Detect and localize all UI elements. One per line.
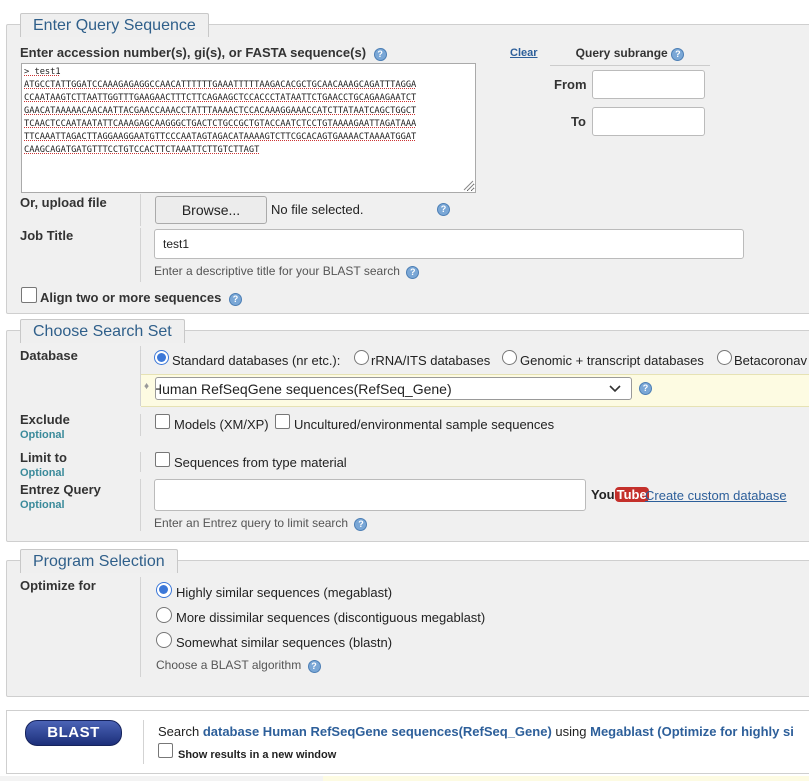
algorithm-hint-text: Choose a BLAST algorithm — [156, 658, 302, 672]
help-icon[interactable]: ? — [671, 48, 685, 61]
bottom-strip-highlight — [323, 776, 809, 781]
entrez-optional-label: Optional — [20, 499, 65, 511]
help-icon[interactable]: ? — [437, 203, 450, 216]
algorithm-hint: Choose a BLAST algorithm ? — [156, 658, 321, 673]
type-material-checkbox[interactable] — [155, 452, 170, 467]
summary-using: using — [555, 724, 587, 739]
chevron-down-icon — [609, 385, 621, 393]
browse-button-label: Browse... — [181, 202, 241, 218]
limit-label: Limit to — [20, 450, 67, 465]
summary-algorithm: Megablast (Optimize for highly si — [590, 724, 794, 739]
exclude-models-label[interactable]: Models (XM/XP) — [174, 417, 269, 432]
discontiguous-megablast-option[interactable]: More dissimilar sequences (discontiguous… — [176, 610, 485, 625]
job-title-label: Job Title — [20, 228, 74, 243]
sequence-textarea[interactable]: > test1 ATGCCTATTGGATCCAAAGAGAGGCCAACATT… — [21, 63, 476, 193]
query-subrange-header: Query subrange ? — [550, 45, 710, 66]
file-status: No file selected. — [271, 202, 364, 217]
to-label: To — [571, 114, 586, 129]
resize-grip-icon[interactable] — [462, 179, 474, 191]
browse-button[interactable]: Browse... — [155, 196, 267, 224]
job-title-hint: Enter a descriptive title for your BLAST… — [154, 264, 420, 279]
create-custom-database-link[interactable]: Create custom database — [645, 488, 787, 503]
help-icon[interactable]: ? — [307, 660, 321, 673]
align-checkbox[interactable] — [21, 287, 37, 303]
upload-label: Or, upload file — [20, 195, 107, 210]
entrez-query-input[interactable] — [154, 479, 586, 511]
blastn-option[interactable]: Somewhat similar sequences (blastn) — [176, 635, 392, 650]
discontiguous-megablast-radio[interactable] — [156, 607, 172, 623]
youtube-you: You — [591, 487, 615, 502]
to-input[interactable] — [592, 107, 705, 136]
db-radio-rrna[interactable] — [354, 350, 369, 365]
exclude-optional-label: Optional — [20, 429, 65, 441]
sequence-label-text: Enter accession number(s), gi(s), or FAS… — [20, 45, 367, 60]
clear-link[interactable]: Clear — [510, 47, 538, 59]
db-option-genomic[interactable]: Genomic + transcript databases — [520, 353, 704, 368]
summary-database: database Human RefSeqGene sequences(RefS… — [202, 724, 552, 739]
database-select[interactable]: Human RefSeqGene sequences(RefSeq_Gene) — [155, 377, 632, 400]
db-option-betacoronavirus[interactable]: Betacoronav — [734, 353, 807, 368]
align-label-text: Align two or more sequences — [40, 290, 222, 305]
db-radio-genomic[interactable] — [502, 350, 517, 365]
db-option-standard[interactable]: Standard databases (nr etc.): — [172, 353, 340, 368]
exclude-label: Exclude — [20, 412, 70, 427]
db-option-rrna[interactable]: rRNA/ITS databases — [371, 353, 490, 368]
type-material-label[interactable]: Sequences from type material — [174, 455, 347, 470]
help-icon[interactable]: ? — [639, 382, 652, 395]
help-icon[interactable]: ? — [406, 266, 420, 279]
job-title-input[interactable] — [154, 229, 744, 259]
query-section-title: Enter Query Sequence — [20, 13, 209, 37]
exclude-uncultured-checkbox[interactable] — [275, 414, 290, 429]
blastn-radio[interactable] — [156, 632, 172, 648]
program-section — [6, 560, 809, 697]
optimize-label: Optimize for — [20, 578, 96, 593]
youtube-icon[interactable]: You Tube — [591, 487, 649, 505]
megablast-radio[interactable] — [156, 582, 172, 598]
limit-optional-label: Optional — [20, 467, 65, 479]
help-icon[interactable]: ? — [354, 518, 368, 531]
database-label: Database — [20, 348, 78, 363]
megablast-option[interactable]: Highly similar sequences (megablast) — [176, 585, 392, 600]
entrez-hint-text: Enter an Entrez query to limit search — [154, 516, 349, 530]
blast-bar — [6, 710, 809, 774]
help-icon[interactable]: ? — [228, 293, 242, 306]
diamond-icon: ♦ — [144, 381, 150, 392]
db-radio-betacoronavirus[interactable] — [717, 350, 732, 365]
align-label[interactable]: Align two or more sequences ? — [40, 290, 242, 306]
exclude-uncultured-label[interactable]: Uncultured/environmental sample sequence… — [294, 417, 554, 432]
query-subrange-label: Query subrange — [575, 46, 668, 60]
divider — [140, 577, 141, 677]
divider — [140, 228, 141, 282]
entrez-hint: Enter an Entrez query to limit search ? — [154, 516, 368, 531]
entrez-label: Entrez Query — [20, 482, 101, 497]
sequence-label: Enter accession number(s), gi(s), or FAS… — [20, 45, 387, 61]
divider — [140, 194, 141, 226]
divider — [143, 720, 144, 764]
youtube-tube: Tube — [614, 487, 649, 502]
divider — [140, 479, 141, 531]
from-input[interactable] — [592, 70, 705, 99]
blast-button[interactable]: BLAST — [25, 720, 122, 746]
database-select-value: Human RefSeqGene sequences(RefSeq_Gene) — [155, 381, 452, 397]
help-icon[interactable]: ? — [373, 48, 387, 61]
blast-button-label: BLAST — [47, 724, 100, 741]
job-title-hint-text: Enter a descriptive title for your BLAST… — [154, 264, 400, 278]
program-section-title: Program Selection — [20, 549, 178, 573]
search-set-section-title: Choose Search Set — [20, 319, 185, 343]
from-label: From — [554, 77, 587, 92]
search-summary: Search database Human RefSeqGene sequenc… — [158, 724, 794, 739]
exclude-models-checkbox[interactable] — [155, 414, 170, 429]
divider — [140, 414, 141, 436]
new-window-label[interactable]: Show results in a new window — [178, 749, 336, 761]
summary-prefix: Search — [158, 724, 200, 739]
db-radio-standard[interactable] — [154, 350, 169, 365]
divider — [140, 452, 141, 472]
new-window-checkbox[interactable] — [158, 743, 173, 758]
